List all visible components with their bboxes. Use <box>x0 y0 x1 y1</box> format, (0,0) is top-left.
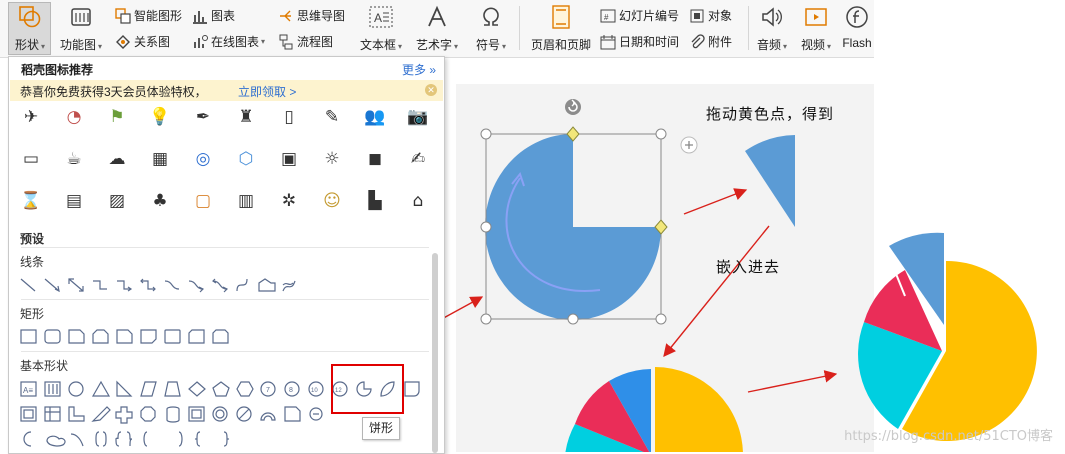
pie-chart-bottom <box>565 367 743 452</box>
panel-title: 稻壳图标推荐 <box>21 63 94 77</box>
more-link[interactable]: 更多 » <box>402 61 436 78</box>
pen-icon[interactable]: ✒ <box>189 103 217 131</box>
crab-icon[interactable]: ✲ <box>275 187 303 215</box>
annotation-drag-yellow: 拖动黄色点，得到 <box>706 105 835 123</box>
contact-card-icon[interactable]: ▣ <box>275 145 303 173</box>
worker-icon[interactable]: ☺ <box>318 187 346 215</box>
phone-icon[interactable]: ▯ <box>275 103 303 131</box>
presentation-icon[interactable]: ▨ <box>103 187 131 215</box>
svg-text:10: 10 <box>311 388 318 394</box>
basic-row-3 <box>19 429 249 449</box>
double-chevron-icon: » <box>429 63 436 77</box>
more-link-label: 更多 <box>401 63 426 77</box>
cloud-sun-icon[interactable]: ☁ <box>103 145 131 173</box>
hexagon-icon[interactable]: ⬡ <box>232 145 260 173</box>
hourglass-icon[interactable]: ⌛ <box>17 187 45 215</box>
banner-close-icon[interactable]: ✕ <box>425 84 437 96</box>
svg-text:8: 8 <box>289 387 293 394</box>
banner-claim-link[interactable]: 立即领取 > <box>238 83 296 100</box>
highlight-pie-shape <box>331 364 404 414</box>
panel-scrollbar[interactable] <box>432 253 438 453</box>
users-icon[interactable]: 👥 <box>361 103 389 131</box>
house-icon[interactable]: ⌂ <box>404 187 432 215</box>
pie-shape-tooltip: 饼形 <box>362 417 400 440</box>
shapes-dropdown-panel: 稻壳图标推荐 更多 » 恭喜你免费获得3天会员体验特权， 立即领取 > ✕ ✈ ◔… <box>8 56 445 454</box>
tree-icon[interactable]: ♣ <box>146 187 174 215</box>
rect-row <box>19 327 279 347</box>
lines-heading: 线条 <box>20 255 45 269</box>
bag-icon[interactable]: ◼ <box>361 145 389 173</box>
target-icon[interactable]: ◎ <box>189 145 217 173</box>
coffee-icon[interactable]: ☕ <box>60 145 88 173</box>
chess-icon[interactable]: ♜ <box>232 103 260 131</box>
wallet-icon[interactable]: ▭ <box>17 145 45 173</box>
rotate-handle-icon[interactable] <box>565 99 581 115</box>
divider <box>21 247 429 248</box>
doc-search-icon[interactable]: ▢ <box>189 187 217 215</box>
camera-icon[interactable]: 📷 <box>404 103 432 131</box>
lines-row <box>19 275 319 295</box>
basic-shapes-heading: 基本形状 <box>20 359 69 373</box>
banner-text: 恭喜你免费获得3天会员体验特权， <box>20 85 207 99</box>
basic-shapes-row-3[interactable] <box>19 429 249 451</box>
member-banner: 恭喜你免费获得3天会员体验特权， 立即领取 > ✕ <box>10 80 443 101</box>
flag-icon[interactable]: ⚑ <box>103 103 131 131</box>
preset-heading: 预设 <box>20 232 45 246</box>
sun-icon[interactable]: ☼ <box>318 145 346 173</box>
add-button-icon[interactable] <box>680 136 698 154</box>
pie-wedge-result <box>745 135 795 227</box>
factory-icon[interactable]: ▙ <box>361 187 389 215</box>
note-edit-icon[interactable]: ✎ <box>318 103 346 131</box>
yellow-adjust-handles[interactable] <box>566 126 668 235</box>
annotation-embed: 嵌入进去 <box>716 258 781 276</box>
divider <box>21 299 429 300</box>
rect-heading: 矩形 <box>20 307 45 321</box>
line-shapes[interactable] <box>19 275 319 295</box>
svg-text:A≡: A≡ <box>23 386 33 395</box>
pie-chart-right <box>858 232 1037 441</box>
lightbulb-icon[interactable]: 💡 <box>146 103 174 131</box>
basket-icon[interactable]: ▥ <box>232 187 260 215</box>
plane-icon[interactable]: ✈ <box>17 103 45 131</box>
sale-calc-icon[interactable]: ▤ <box>60 187 88 215</box>
selected-pie-shape[interactable] <box>485 133 662 320</box>
pie-chart-icon[interactable]: ◔ <box>60 103 88 131</box>
edit-doc-icon[interactable]: ✍ <box>404 145 432 173</box>
divider <box>21 351 429 352</box>
building-icon[interactable]: ▦ <box>146 145 174 173</box>
watermark: https://blog.csdn.net/51CTO博客 <box>844 429 1053 444</box>
rect-shapes[interactable] <box>19 327 279 347</box>
svg-text:7: 7 <box>266 387 270 394</box>
